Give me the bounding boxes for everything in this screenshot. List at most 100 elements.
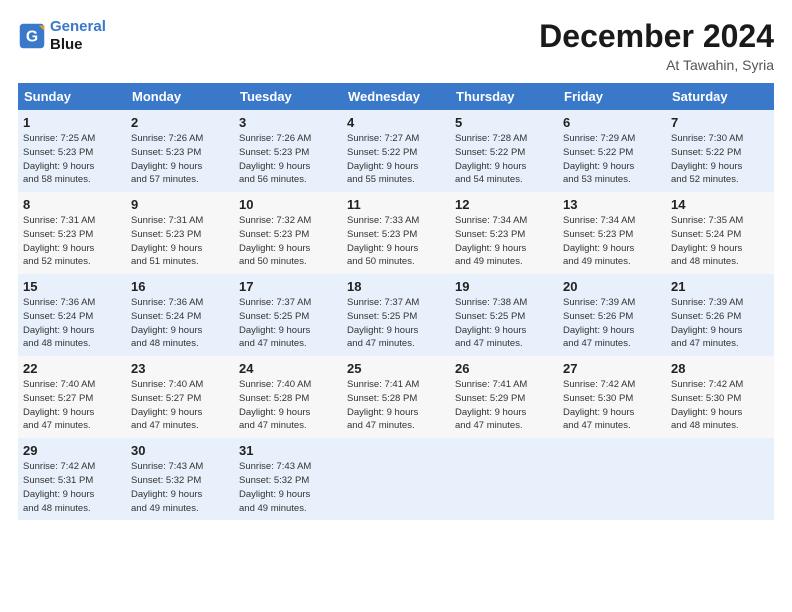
day-info: Sunrise: 7:39 AM Sunset: 5:26 PM Dayligh… [671,296,769,351]
logo-icon: G [18,22,46,50]
day-info: Sunrise: 7:37 AM Sunset: 5:25 PM Dayligh… [347,296,445,351]
day-number: 3 [239,115,337,130]
day-cell: 31Sunrise: 7:43 AM Sunset: 5:32 PM Dayli… [234,438,342,520]
day-cell [666,438,774,520]
day-cell: 3 Sunrise: 7:26 AM Sunset: 5:23 PM Daylig… [234,110,342,192]
day-cell: 2 Sunrise: 7:26 AM Sunset: 5:23 PM Daylig… [126,110,234,192]
day-cell: 21 Sunrise: 7:39 AM Sunset: 5:26 PM Dayli… [666,274,774,356]
day-info: Sunrise: 7:41 AM Sunset: 5:29 PM Dayligh… [455,378,553,433]
week-row-1: 1 Sunrise: 7:25 AM Sunset: 5:23 PM Daylig… [18,110,774,192]
day-info: Sunrise: 7:29 AM Sunset: 5:22 PM Dayligh… [563,132,661,187]
day-cell: 10Sunrise: 7:32 AM Sunset: 5:23 PM Dayli… [234,192,342,274]
day-info: Sunrise: 7:41 AM Sunset: 5:28 PM Dayligh… [347,378,445,433]
day-number: 29 [23,443,121,458]
column-header-saturday: Saturday [666,83,774,110]
day-number: 11 [347,197,445,212]
day-cell: 5 Sunrise: 7:28 AM Sunset: 5:22 PM Daylig… [450,110,558,192]
day-cell: 11Sunrise: 7:33 AM Sunset: 5:23 PM Dayli… [342,192,450,274]
day-cell [342,438,450,520]
day-cell: 28Sunrise: 7:42 AM Sunset: 5:30 PM Dayli… [666,356,774,438]
day-info: Sunrise: 7:26 AM Sunset: 5:23 PM Dayligh… [131,132,229,187]
day-cell: 26 Sunrise: 7:41 AM Sunset: 5:29 PM Dayli… [450,356,558,438]
day-info: Sunrise: 7:31 AM Sunset: 5:23 PM Dayligh… [23,214,121,269]
day-info: Sunrise: 7:25 AM Sunset: 5:23 PM Dayligh… [23,132,121,187]
day-cell [558,438,666,520]
day-number: 14 [671,197,769,212]
day-info: Sunrise: 7:34 AM Sunset: 5:23 PM Dayligh… [563,214,661,269]
day-cell: 24Sunrise: 7:40 AM Sunset: 5:28 PM Dayli… [234,356,342,438]
day-info: Sunrise: 7:40 AM Sunset: 5:28 PM Dayligh… [239,378,337,433]
week-row-3: 15 Sunrise: 7:36 AM Sunset: 5:24 PM Dayli… [18,274,774,356]
day-info: Sunrise: 7:26 AM Sunset: 5:23 PM Dayligh… [239,132,337,187]
day-number: 15 [23,279,121,294]
day-info: Sunrise: 7:42 AM Sunset: 5:30 PM Dayligh… [563,378,661,433]
week-row-2: 8 Sunrise: 7:31 AM Sunset: 5:23 PM Daylig… [18,192,774,274]
day-number: 12 [455,197,553,212]
day-info: Sunrise: 7:32 AM Sunset: 5:23 PM Dayligh… [239,214,337,269]
column-header-thursday: Thursday [450,83,558,110]
title-block: December 2024 At Tawahin, Syria [539,18,774,73]
day-number: 8 [23,197,121,212]
column-header-sunday: Sunday [18,83,126,110]
day-number: 4 [347,115,445,130]
logo: G General Blue [18,18,106,54]
day-number: 7 [671,115,769,130]
day-cell: 12 Sunrise: 7:34 AM Sunset: 5:23 PM Dayli… [450,192,558,274]
day-info: Sunrise: 7:36 AM Sunset: 5:24 PM Dayligh… [131,296,229,351]
day-cell [450,438,558,520]
day-info: Sunrise: 7:42 AM Sunset: 5:30 PM Dayligh… [671,378,769,433]
month-title: December 2024 [539,18,774,55]
day-cell: 25 Sunrise: 7:41 AM Sunset: 5:28 PM Dayli… [342,356,450,438]
column-header-tuesday: Tuesday [234,83,342,110]
day-cell: 16Sunrise: 7:36 AM Sunset: 5:24 PM Dayli… [126,274,234,356]
day-cell: 20Sunrise: 7:39 AM Sunset: 5:26 PM Dayli… [558,274,666,356]
column-header-wednesday: Wednesday [342,83,450,110]
day-info: Sunrise: 7:42 AM Sunset: 5:31 PM Dayligh… [23,460,121,515]
day-cell: 8 Sunrise: 7:31 AM Sunset: 5:23 PM Daylig… [18,192,126,274]
day-info: Sunrise: 7:43 AM Sunset: 5:32 PM Dayligh… [239,460,337,515]
day-number: 26 [455,361,553,376]
day-number: 13 [563,197,661,212]
day-number: 5 [455,115,553,130]
day-cell: 13 Sunrise: 7:34 AM Sunset: 5:23 PM Dayli… [558,192,666,274]
day-cell: 17 Sunrise: 7:37 AM Sunset: 5:25 PM Dayli… [234,274,342,356]
page: G General Blue December 2024 At Tawahin,… [0,0,792,530]
day-number: 27 [563,361,661,376]
day-cell: 14Sunrise: 7:35 AM Sunset: 5:24 PM Dayli… [666,192,774,274]
day-number: 1 [23,115,121,130]
day-cell: 30 Sunrise: 7:43 AM Sunset: 5:32 PM Dayli… [126,438,234,520]
day-info: Sunrise: 7:30 AM Sunset: 5:22 PM Dayligh… [671,132,769,187]
day-cell: 6 Sunrise: 7:29 AM Sunset: 5:22 PM Daylig… [558,110,666,192]
day-cell: 15Sunrise: 7:36 AM Sunset: 5:24 PM Dayli… [18,274,126,356]
day-number: 20 [563,279,661,294]
day-number: 19 [455,279,553,294]
day-info: Sunrise: 7:34 AM Sunset: 5:23 PM Dayligh… [455,214,553,269]
day-info: Sunrise: 7:38 AM Sunset: 5:25 PM Dayligh… [455,296,553,351]
day-cell: 4Sunrise: 7:27 AM Sunset: 5:22 PM Daylig… [342,110,450,192]
svg-text:G: G [26,28,38,45]
header-row: SundayMondayTuesdayWednesdayThursdayFrid… [18,83,774,110]
day-info: Sunrise: 7:31 AM Sunset: 5:23 PM Dayligh… [131,214,229,269]
day-number: 6 [563,115,661,130]
day-number: 22 [23,361,121,376]
day-info: Sunrise: 7:43 AM Sunset: 5:32 PM Dayligh… [131,460,229,515]
day-number: 18 [347,279,445,294]
location-title: At Tawahin, Syria [539,57,774,73]
calendar-table: SundayMondayTuesdayWednesdayThursdayFrid… [18,83,774,520]
day-number: 25 [347,361,445,376]
day-cell: 18 Sunrise: 7:37 AM Sunset: 5:25 PM Dayli… [342,274,450,356]
day-number: 23 [131,361,229,376]
week-row-5: 29 Sunrise: 7:42 AM Sunset: 5:31 PM Dayli… [18,438,774,520]
day-number: 21 [671,279,769,294]
column-header-friday: Friday [558,83,666,110]
week-row-4: 22 Sunrise: 7:40 AM Sunset: 5:27 PM Dayli… [18,356,774,438]
day-info: Sunrise: 7:37 AM Sunset: 5:25 PM Dayligh… [239,296,337,351]
logo-text: General Blue [50,18,106,54]
day-number: 17 [239,279,337,294]
day-info: Sunrise: 7:40 AM Sunset: 5:27 PM Dayligh… [131,378,229,433]
day-number: 30 [131,443,229,458]
day-cell: 29 Sunrise: 7:42 AM Sunset: 5:31 PM Dayli… [18,438,126,520]
day-number: 2 [131,115,229,130]
day-info: Sunrise: 7:28 AM Sunset: 5:22 PM Dayligh… [455,132,553,187]
header: G General Blue December 2024 At Tawahin,… [18,18,774,73]
